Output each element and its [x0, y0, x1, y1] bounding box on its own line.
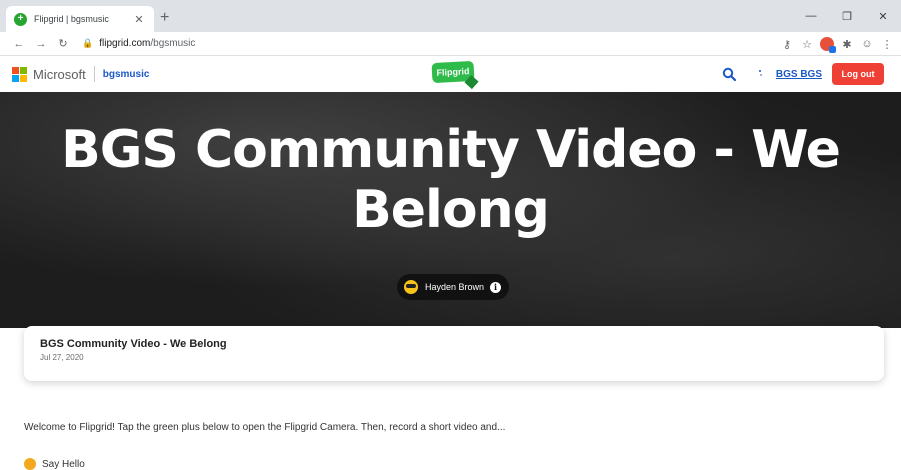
- address-bar[interactable]: 🔒 flipgrid.com/bgsmusic: [82, 34, 195, 54]
- forward-icon[interactable]: →: [32, 38, 50, 50]
- author-avatar-icon: [404, 280, 418, 294]
- reload-icon[interactable]: ↻: [54, 37, 72, 50]
- browser-tabstrip: + Flipgrid | bgsmusic ✕ + — ❐ ✕: [0, 0, 901, 32]
- url-text: flipgrid.com/bgsmusic: [99, 38, 196, 49]
- restore-icon[interactable]: ❐: [829, 10, 865, 23]
- search-icon[interactable]: [718, 67, 740, 81]
- flipgrid-logo[interactable]: Flipgrid: [431, 60, 475, 84]
- topic-title: BGS Community Video - We Belong: [40, 338, 227, 350]
- microsoft-logo-icon[interactable]: [12, 66, 27, 82]
- menu-icon[interactable]: ⋮: [877, 38, 897, 51]
- star-icon[interactable]: ☆: [797, 38, 817, 51]
- back-icon[interactable]: ←: [10, 38, 28, 50]
- minimize-icon[interactable]: —: [793, 10, 829, 22]
- new-tab-icon[interactable]: +: [160, 10, 169, 26]
- tab-close-icon[interactable]: ✕: [132, 13, 146, 26]
- browser-tab[interactable]: + Flipgrid | bgsmusic ✕: [6, 6, 154, 32]
- topic-date: Jul 27, 2020: [40, 353, 84, 362]
- topic-description: Welcome to Flipgrid! Tap the green plus …: [24, 422, 506, 433]
- say-hello-item[interactable]: Say Hello: [24, 458, 85, 470]
- header-divider: [93, 66, 95, 82]
- logout-button[interactable]: Log out: [832, 63, 884, 85]
- author-name: Hayden Brown: [425, 282, 485, 292]
- key-icon[interactable]: ⚷: [777, 38, 797, 51]
- toolbar-actions: ⚷ ☆ ✱ ☺ ⋮: [777, 32, 897, 56]
- site-header: Microsoft bgsmusic Flipgrid BGS BGS Log …: [0, 56, 901, 92]
- user-name-link[interactable]: BGS BGS: [776, 69, 822, 80]
- group-link[interactable]: bgsmusic: [103, 69, 150, 80]
- window-controls: — ❐ ✕: [793, 0, 901, 32]
- flipgrid-favicon-icon: +: [14, 12, 27, 26]
- tab-title: Flipgrid | bgsmusic: [34, 14, 109, 24]
- close-window-icon[interactable]: ✕: [865, 10, 901, 23]
- hero-title: BGS Community Video - We Belong: [61, 120, 841, 240]
- hero-banner: BGS Community Video - We Belong Hayden B…: [0, 92, 901, 328]
- say-hello-label: Say Hello: [42, 458, 85, 470]
- header-actions: BGS BGS Log out: [718, 56, 884, 92]
- waving-emoji-icon: [24, 458, 36, 470]
- extension-icon[interactable]: [820, 37, 836, 53]
- dark-mode-icon[interactable]: [744, 67, 766, 81]
- puzzle-icon[interactable]: ✱: [837, 38, 857, 51]
- lock-icon: 🔒: [82, 38, 94, 48]
- browser-toolbar: ← → ↻ 🔒 flipgrid.com/bgsmusic ⚷ ☆ ✱ ☺ ⋮: [0, 32, 901, 56]
- profile-icon[interactable]: ☺: [857, 38, 877, 50]
- info-icon[interactable]: i: [490, 281, 502, 293]
- microsoft-brand[interactable]: Microsoft: [33, 67, 86, 82]
- author-pill[interactable]: Hayden Brown i: [397, 274, 510, 300]
- topic-card: BGS Community Video - We Belong Jul 27, …: [24, 326, 884, 381]
